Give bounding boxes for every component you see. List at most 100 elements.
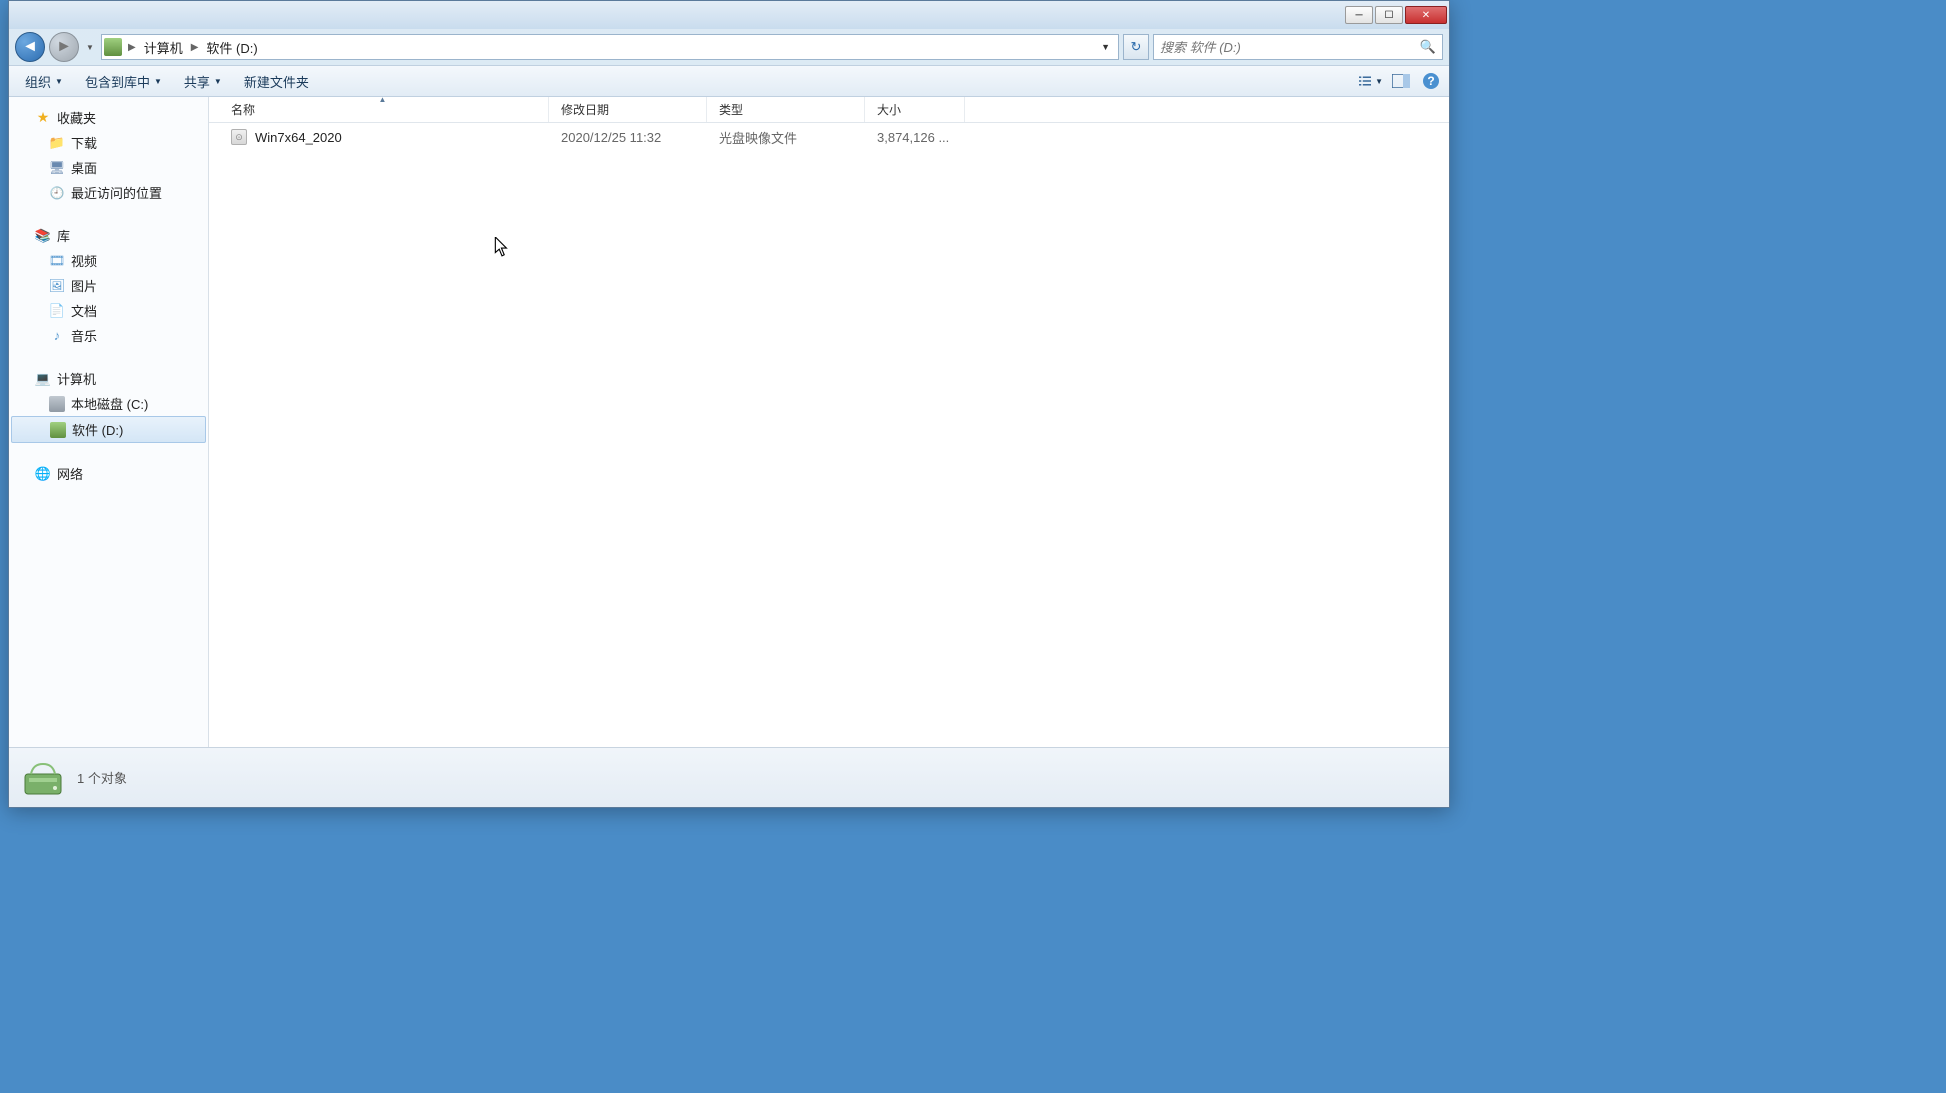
disk-icon [49, 396, 65, 412]
column-header-size[interactable]: 大小 [865, 97, 965, 122]
status-bar: 1 个对象 [9, 747, 1449, 807]
tree-group-favorites: ★ 收藏夹 📁 下载 🖥 桌面 🕘 最近访问的位置 [9, 105, 208, 205]
path-separator-icon: ▶ [191, 42, 199, 53]
address-bar[interactable]: ▶ 计算机 ▶ 软件 (D:) ▼ [101, 34, 1119, 60]
help-button[interactable]: ? [1419, 69, 1443, 93]
sidebar-item-music[interactable]: ♪ 音乐 [9, 323, 208, 348]
col-size-label: 大小 [877, 101, 901, 118]
path-segment-drive[interactable]: 软件 (D:) [204, 36, 259, 59]
file-cell-name: ⊙ Win7x64_2020 [209, 129, 549, 145]
column-header-type[interactable]: 类型 [707, 97, 865, 122]
library-icon: 📚 [35, 228, 51, 244]
window-controls: ─ ☐ ✕ [1345, 6, 1449, 24]
content-pane: 名称 ▲ 修改日期 类型 大小 ⊙ Win7x64_2020 [209, 97, 1449, 747]
share-label: 共享 [184, 72, 210, 91]
sidebar-item-downloads[interactable]: 📁 下载 [9, 130, 208, 155]
search-box[interactable]: 🔍 [1153, 34, 1443, 60]
sidebar-item-label: 视频 [71, 251, 97, 270]
chevron-down-icon: ▼ [214, 77, 222, 86]
status-text: 1 个对象 [77, 768, 127, 787]
view-mode-button[interactable]: ▼ [1359, 69, 1383, 93]
include-library-label: 包含到库中 [85, 72, 150, 91]
sidebar-item-label: 下载 [71, 133, 97, 152]
nav-bar: ◄ ► ▼ ▶ 计算机 ▶ 软件 (D:) ▼ ↻ 🔍 [9, 29, 1449, 65]
sidebar-network-header[interactable]: 🌐 网络 [9, 461, 208, 486]
disk-icon [50, 422, 66, 438]
toolbar-right: ▼ ? [1359, 69, 1443, 93]
iso-file-icon: ⊙ [231, 129, 247, 145]
network-icon: 🌐 [35, 466, 51, 482]
share-button[interactable]: 共享 ▼ [174, 68, 232, 95]
computer-icon: 💻 [35, 371, 51, 387]
path-segment-computer[interactable]: 计算机 [142, 36, 185, 59]
chevron-down-icon: ▼ [55, 77, 63, 86]
new-folder-button[interactable]: 新建文件夹 [234, 68, 319, 95]
new-folder-label: 新建文件夹 [244, 72, 309, 91]
sidebar-libraries-header[interactable]: 📚 库 [9, 223, 208, 248]
organize-label: 组织 [25, 72, 51, 91]
explorer-window: ─ ☐ ✕ ◄ ► ▼ ▶ 计算机 ▶ 软件 (D:) ▼ ↻ 🔍 组织 ▼ 包… [8, 0, 1450, 808]
forward-button[interactable]: ► [49, 32, 79, 62]
refresh-button[interactable]: ↻ [1123, 34, 1149, 60]
toolbar: 组织 ▼ 包含到库中 ▼ 共享 ▼ 新建文件夹 ▼ ? [9, 65, 1449, 97]
sidebar-item-label: 文档 [71, 301, 97, 320]
column-header-name[interactable]: 名称 ▲ [209, 97, 549, 122]
sidebar-item-recent[interactable]: 🕘 最近访问的位置 [9, 180, 208, 205]
sidebar-item-pictures[interactable]: 🖼 图片 [9, 273, 208, 298]
picture-icon: 🖼 [49, 278, 65, 294]
file-cell-size: 3,874,126 ... [865, 130, 965, 145]
video-icon: 🎞 [49, 253, 65, 269]
col-date-label: 修改日期 [561, 101, 609, 118]
sidebar-item-label: 音乐 [71, 326, 97, 345]
minimize-button[interactable]: ─ [1345, 6, 1373, 24]
desktop-icon: 🖥 [49, 160, 65, 176]
favorites-label: 收藏夹 [57, 108, 96, 127]
search-input[interactable] [1160, 40, 1420, 55]
folder-icon: 📁 [49, 135, 65, 151]
search-icon: 🔍 [1420, 39, 1436, 55]
network-label: 网络 [57, 464, 83, 483]
organize-button[interactable]: 组织 ▼ [15, 68, 73, 95]
sidebar-item-label: 桌面 [71, 158, 97, 177]
tree-group-computer: 💻 计算机 本地磁盘 (C:) 软件 (D:) [9, 366, 208, 443]
sidebar-item-desktop[interactable]: 🖥 桌面 [9, 155, 208, 180]
col-name-label: 名称 [231, 101, 255, 118]
sort-indicator-icon: ▲ [379, 95, 387, 104]
sidebar-computer-header[interactable]: 💻 计算机 [9, 366, 208, 391]
tree-group-network: 🌐 网络 [9, 461, 208, 486]
file-cell-type: 光盘映像文件 [707, 128, 865, 147]
nav-history-dropdown[interactable]: ▼ [83, 43, 97, 52]
star-icon: ★ [35, 110, 51, 126]
drive-icon [104, 38, 122, 56]
status-drive-icon [21, 756, 65, 800]
back-button[interactable]: ◄ [15, 32, 45, 62]
include-library-button[interactable]: 包含到库中 ▼ [75, 68, 172, 95]
address-dropdown[interactable]: ▼ [1095, 42, 1116, 52]
sidebar-item-drive-d[interactable]: 软件 (D:) [11, 416, 206, 443]
sidebar-item-label: 本地磁盘 (C:) [71, 394, 148, 413]
maximize-button[interactable]: ☐ [1375, 6, 1403, 24]
col-type-label: 类型 [719, 101, 743, 118]
sidebar: ★ 收藏夹 📁 下载 🖥 桌面 🕘 最近访问的位置 📚 [9, 97, 209, 747]
preview-pane-button[interactable] [1389, 69, 1413, 93]
sidebar-item-label: 图片 [71, 276, 97, 295]
body: ★ 收藏夹 📁 下载 🖥 桌面 🕘 最近访问的位置 📚 [9, 97, 1449, 747]
sidebar-favorites-header[interactable]: ★ 收藏夹 [9, 105, 208, 130]
chevron-down-icon: ▼ [154, 77, 162, 86]
close-button[interactable]: ✕ [1405, 6, 1447, 24]
sidebar-item-label: 最近访问的位置 [71, 183, 162, 202]
file-row[interactable]: ⊙ Win7x64_2020 2020/12/25 11:32 光盘映像文件 3… [209, 123, 1449, 151]
document-icon: 📄 [49, 303, 65, 319]
svg-text:?: ? [1427, 74, 1434, 88]
sidebar-item-videos[interactable]: 🎞 视频 [9, 248, 208, 273]
titlebar: ─ ☐ ✕ [9, 1, 1449, 29]
tree-group-libraries: 📚 库 🎞 视频 🖼 图片 📄 文档 ♪ 音乐 [9, 223, 208, 348]
file-name: Win7x64_2020 [255, 130, 342, 145]
column-header-row: 名称 ▲ 修改日期 类型 大小 [209, 97, 1449, 123]
chevron-down-icon: ▼ [1375, 77, 1383, 86]
sidebar-item-documents[interactable]: 📄 文档 [9, 298, 208, 323]
sidebar-item-label: 软件 (D:) [72, 420, 123, 439]
sidebar-item-drive-c[interactable]: 本地磁盘 (C:) [9, 391, 208, 416]
column-header-date[interactable]: 修改日期 [549, 97, 707, 122]
path-separator-icon: ▶ [128, 42, 136, 53]
